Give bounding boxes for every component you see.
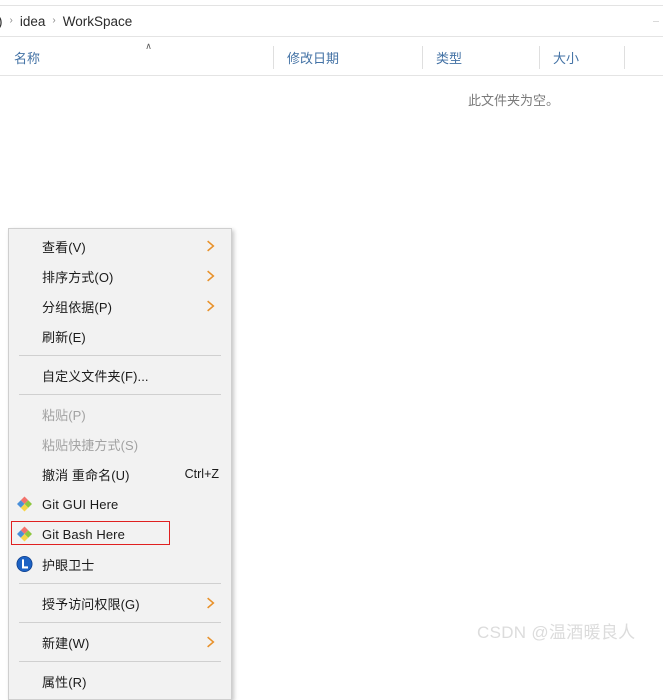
- menu-separator: [19, 583, 221, 584]
- menu-item-new[interactable]: 新建(W): [9, 627, 231, 657]
- column-header-1[interactable]: 修改日期: [273, 38, 422, 76]
- chevron-right-icon: [205, 596, 221, 610]
- breadcrumb-separator-icon: ›: [52, 14, 56, 26]
- menu-item-label: 授予访问权限(G): [42, 596, 140, 612]
- menu-item-label: 排序方式(O): [42, 269, 114, 285]
- column-divider-3[interactable]: [624, 46, 625, 69]
- menu-separator: [19, 622, 221, 623]
- breadcrumb-separator-icon: ›: [9, 14, 13, 26]
- eyecare-icon: [16, 556, 33, 573]
- menu-separator: [19, 355, 221, 356]
- menu-item-label: Git Bash Here: [42, 526, 125, 542]
- context-menu[interactable]: 查看(V) 排序方式(O) 分组依据(P) 刷新(E) 自定义文件夹(F)... 粘贴(P…: [8, 228, 232, 700]
- menu-item-label: Git GUI Here: [42, 496, 119, 512]
- chevron-right-icon: [205, 269, 221, 283]
- chevron-right-icon: [205, 635, 221, 649]
- menu-separator: [19, 394, 221, 395]
- chevron-right-icon: [205, 299, 221, 313]
- menu-item-label: 刷新(E): [42, 329, 86, 345]
- csdn-watermark: CSDN @温酒暖良人: [477, 623, 636, 642]
- breadcrumb[interactable]: )›idea›WorkSpace: [0, 15, 133, 29]
- menu-item-paste: 粘贴(P): [9, 399, 231, 429]
- window-top-strip: [0, 0, 663, 6]
- menu-item-undo-rename[interactable]: 撤消 重命名(U) Ctrl+Z: [9, 459, 231, 489]
- menu-item-label: 属性(R): [42, 674, 87, 690]
- breadcrumb-item-workspace[interactable]: WorkSpace: [62, 15, 134, 29]
- menu-item-label: 粘贴(P): [42, 407, 86, 423]
- column-header-label: 名称: [14, 50, 41, 66]
- menu-item-properties[interactable]: 属性(R): [9, 666, 231, 696]
- breadcrumb-item-idea[interactable]: idea: [19, 15, 47, 29]
- column-header-3[interactable]: 大小: [539, 38, 624, 76]
- menu-item-label: 护眼卫士: [42, 557, 95, 573]
- menu-item-label: 自定义文件夹(F)...: [42, 368, 149, 384]
- menu-item-git-gui-here[interactable]: Git GUI Here: [9, 489, 231, 519]
- menu-item-grant-access[interactable]: 授予访问权限(G): [9, 588, 231, 618]
- menu-item-customize-folder[interactable]: 自定义文件夹(F)...: [9, 360, 231, 390]
- chevron-right-icon: [205, 239, 221, 253]
- menu-item-view[interactable]: 查看(V): [9, 231, 231, 261]
- column-header-label: 修改日期: [287, 50, 340, 66]
- menu-item-label: 粘贴快捷方式(S): [42, 437, 139, 453]
- column-divider-2[interactable]: [539, 46, 540, 69]
- menu-separator: [19, 661, 221, 662]
- column-header-label: 类型: [436, 50, 463, 66]
- menu-item-label: 查看(V): [42, 239, 86, 255]
- menu-item-git-bash-here[interactable]: Git Bash Here: [9, 519, 231, 549]
- file-explorer-window: )›idea›WorkSpace 名称修改日期类型大小 ∧ 此文件夹为空。 查看…: [0, 0, 663, 700]
- sort-ascending-icon: ∧: [145, 42, 152, 52]
- menu-item-eye-care-guard[interactable]: 护眼卫士: [9, 549, 231, 579]
- column-header-0[interactable]: 名称: [0, 38, 273, 76]
- menu-item-paste-shortcut: 粘贴快捷方式(S): [9, 429, 231, 459]
- git-icon: [16, 496, 33, 513]
- empty-folder-message: 此文件夹为空。: [468, 93, 560, 108]
- menu-item-group-by[interactable]: 分组依据(P): [9, 291, 231, 321]
- address-bar[interactable]: )›idea›WorkSpace: [0, 7, 663, 37]
- menu-item-refresh[interactable]: 刷新(E): [9, 321, 231, 351]
- column-header-label: 大小: [553, 50, 580, 66]
- menu-item-shortcut: Ctrl+Z: [184, 467, 219, 481]
- menu-item-label: 分组依据(P): [42, 299, 113, 315]
- column-header-row: 名称 修改日期 类型 大小: [0, 38, 663, 76]
- column-header-2[interactable]: 类型: [422, 38, 539, 76]
- git-icon: [16, 526, 33, 543]
- column-divider-1[interactable]: [422, 46, 423, 69]
- address-bar-right-marker: [653, 21, 659, 22]
- menu-item-sort-by[interactable]: 排序方式(O): [9, 261, 231, 291]
- menu-item-label: 撤消 重命名(U): [42, 467, 130, 483]
- column-divider-0[interactable]: [273, 46, 274, 69]
